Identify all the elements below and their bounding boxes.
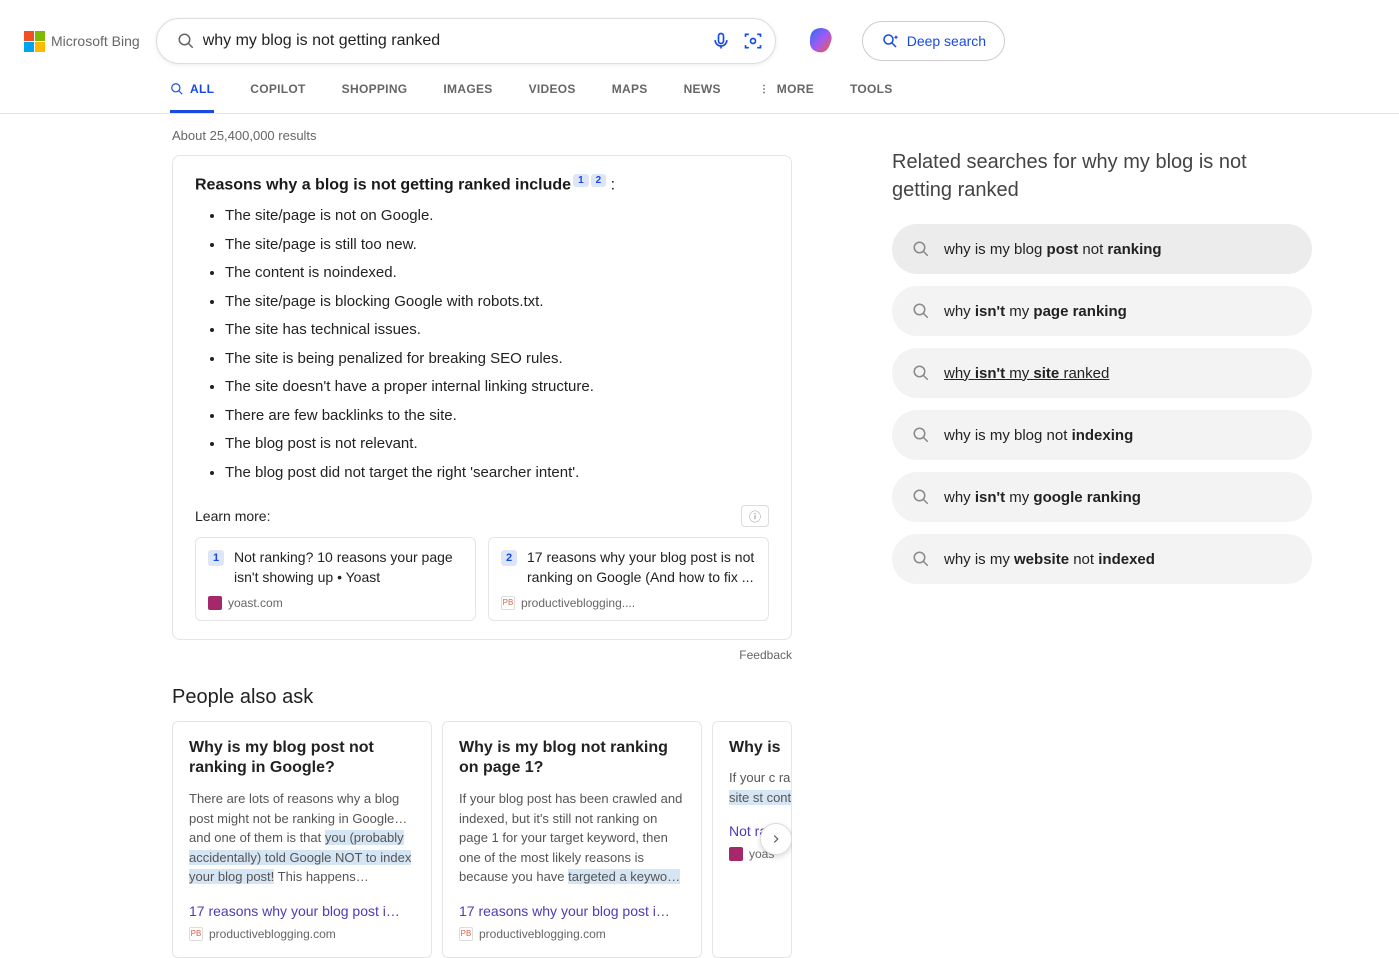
- search-icon: [912, 488, 930, 506]
- related-search-text: why isn't my google ranking: [944, 489, 1141, 506]
- info-button[interactable]: ⓘ: [741, 505, 769, 527]
- deep-search-button[interactable]: Deep search: [862, 21, 1005, 61]
- search-icon: [912, 302, 930, 320]
- related-search-pill[interactable]: why isn't my site ranked: [892, 348, 1312, 398]
- paa-snippet: There are lots of reasons why a blog pos…: [189, 789, 415, 887]
- paa-card[interactable]: Why is my blog post not ranking in Googl…: [172, 721, 432, 958]
- microphone-icon[interactable]: [711, 31, 731, 51]
- favicon-icon: [729, 847, 743, 861]
- copilot-icon[interactable]: [804, 24, 838, 58]
- search-icon: [912, 426, 930, 444]
- tab-videos[interactable]: VIDEOS: [529, 82, 576, 113]
- tab-tools[interactable]: TOOLS: [850, 82, 893, 113]
- paa-result-link[interactable]: 17 reasons why your blog post i…: [459, 903, 685, 919]
- tab-news[interactable]: NEWS: [684, 82, 721, 113]
- answer-item: The site/page is not on Google.: [225, 202, 769, 231]
- answer-box: Reasons why a blog is not getting ranked…: [172, 155, 792, 640]
- search-icon: [912, 550, 930, 568]
- tab-maps[interactable]: MAPS: [612, 82, 648, 113]
- people-also-ask-cards: Why is my blog post not ranking in Googl…: [172, 721, 792, 958]
- learn-card-title: Not ranking? 10 reasons your page isn't …: [234, 548, 463, 587]
- favicon-icon: PB: [459, 927, 473, 941]
- microsoft-icon: [24, 31, 45, 52]
- related-title: Related searches for why my blog is not …: [892, 148, 1312, 204]
- answer-item: The site/page is blocking Google with ro…: [225, 288, 769, 317]
- camera-search-icon[interactable]: [743, 31, 763, 51]
- paa-card[interactable]: Why is my blog not ranking on page 1? If…: [442, 721, 702, 958]
- source-domain: yoast.com: [228, 596, 283, 610]
- tab-copilot[interactable]: COPILOT: [250, 82, 305, 113]
- related-search-text: why is my website not indexed: [944, 551, 1155, 568]
- logo[interactable]: Microsoft Bing: [24, 31, 140, 52]
- search-box: [156, 18, 776, 64]
- tab-images[interactable]: IMAGES: [443, 82, 492, 113]
- related-search-text: why is my blog post not ranking: [944, 241, 1162, 258]
- citation-badge[interactable]: 1: [573, 174, 589, 187]
- answer-list: The site/page is not on Google. The site…: [195, 202, 769, 487]
- citation-badge[interactable]: 2: [591, 174, 607, 187]
- brand-text: Microsoft Bing: [51, 33, 140, 49]
- answer-item: The site has technical issues.: [225, 316, 769, 345]
- answer-item: The site/page is still too new.: [225, 231, 769, 260]
- answer-item: The blog post is not relevant.: [225, 430, 769, 459]
- favicon-icon: PB: [189, 927, 203, 941]
- citation-number: 2: [501, 550, 517, 566]
- search-input[interactable]: [203, 32, 711, 50]
- paa-question: Why is my blog post not ranking in Googl…: [189, 738, 415, 780]
- learn-more-label: Learn more:: [195, 508, 270, 524]
- answer-item: The content is noindexed.: [225, 259, 769, 288]
- search-icon: [912, 240, 930, 258]
- tab-all[interactable]: ALL: [170, 82, 214, 113]
- feedback-link[interactable]: Feedback: [172, 648, 792, 662]
- related-search-text: why isn't my site ranked: [944, 365, 1109, 382]
- related-sidebar: Related searches for why my blog is not …: [892, 128, 1312, 958]
- nav-tabs: ALL COPILOT SHOPPING IMAGES VIDEOS MAPS …: [0, 72, 1399, 114]
- related-search-pill[interactable]: why isn't my page ranking: [892, 286, 1312, 336]
- related-search-text: why isn't my page ranking: [944, 303, 1127, 320]
- paa-snippet: If your blog post has been crawled and i…: [459, 789, 685, 887]
- search-icon: [912, 364, 930, 382]
- chevron-right-icon: [769, 832, 783, 846]
- paa-snippet: If your c ranking, pages fr becau site s…: [729, 768, 775, 807]
- people-also-ask-title: People also ask: [172, 686, 792, 709]
- next-arrow-button[interactable]: [760, 823, 792, 855]
- tab-more[interactable]: MORE: [757, 82, 814, 113]
- answer-title: Reasons why a blog is not getting ranked…: [195, 176, 571, 193]
- source-domain: productiveblogging....: [521, 596, 635, 610]
- paa-question: Why is: [729, 738, 775, 759]
- answer-item: The blog post did not target the right '…: [225, 459, 769, 488]
- paa-source: productiveblogging.com: [209, 927, 336, 941]
- related-search-pill[interactable]: why is my blog post not ranking: [892, 224, 1312, 274]
- related-search-text: why is my blog not indexing: [944, 427, 1133, 444]
- answer-item: There are few backlinks to the site.: [225, 402, 769, 431]
- search-icon[interactable]: [177, 32, 195, 50]
- favicon-icon: PB: [501, 596, 515, 610]
- citation-number: 1: [208, 550, 224, 566]
- related-search-pill[interactable]: why is my blog not indexing: [892, 410, 1312, 460]
- deep-search-label: Deep search: [907, 33, 986, 49]
- learn-card[interactable]: 1 Not ranking? 10 reasons your page isn'…: [195, 537, 476, 620]
- related-search-pill[interactable]: why is my website not indexed: [892, 534, 1312, 584]
- header: Microsoft Bing Deep search: [0, 0, 1399, 72]
- answer-item: The site doesn't have a proper internal …: [225, 373, 769, 402]
- tab-shopping[interactable]: SHOPPING: [342, 82, 408, 113]
- related-search-pill[interactable]: why isn't my google ranking: [892, 472, 1312, 522]
- learn-card[interactable]: 2 17 reasons why your blog post is not r…: [488, 537, 769, 620]
- answer-item: The site is being penalized for breaking…: [225, 345, 769, 374]
- results-count: About 25,400,000 results: [172, 128, 792, 143]
- paa-question: Why is my blog not ranking on page 1?: [459, 738, 685, 780]
- paa-result-link[interactable]: 17 reasons why your blog post i…: [189, 903, 415, 919]
- paa-source: productiveblogging.com: [479, 927, 606, 941]
- favicon-icon: [208, 596, 222, 610]
- learn-card-title: 17 reasons why your blog post is not ran…: [527, 548, 756, 587]
